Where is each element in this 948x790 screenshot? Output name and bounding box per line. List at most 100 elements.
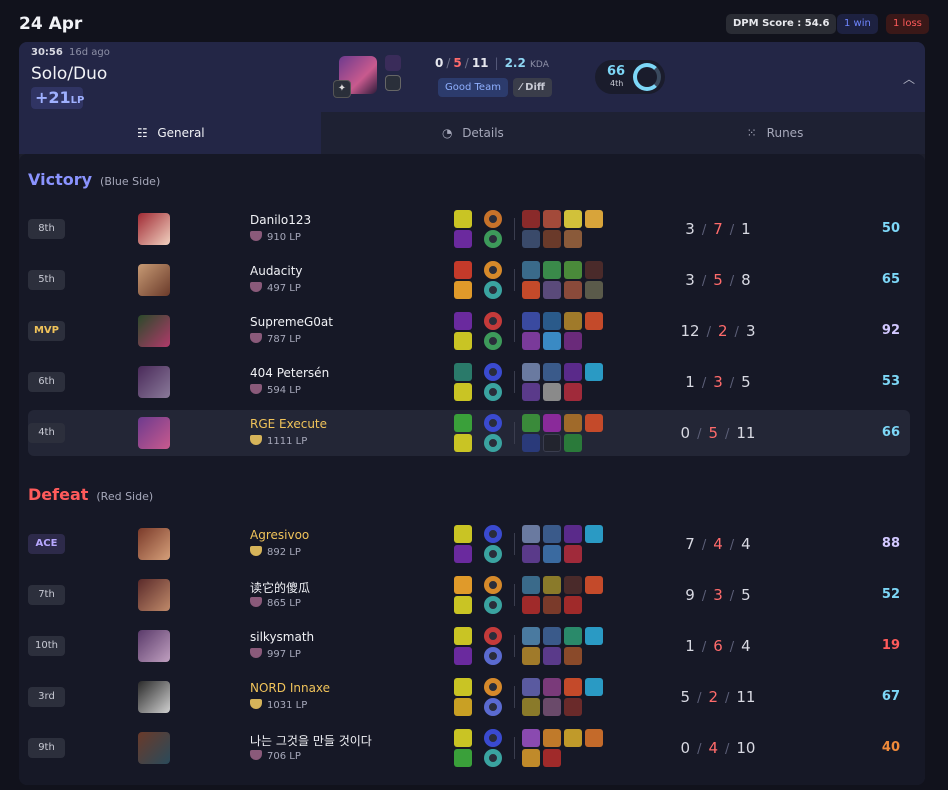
item-icon (522, 545, 540, 563)
separator: / (697, 427, 702, 442)
kills: 3 (685, 220, 695, 238)
champion-portrait[interactable] (138, 366, 170, 398)
separator: / (729, 538, 735, 553)
rune-icon (484, 627, 502, 645)
lp-value: 892 LP (267, 547, 301, 558)
player-name[interactable]: 读它的傻瓜 (250, 579, 310, 596)
player-row[interactable]: 3rd NORD Innaxe 1031 LP 5 / 2 / 11 67 (28, 674, 910, 720)
item-icon (522, 678, 540, 696)
kda-line: 0/5/11 | 2.2 KDA (435, 56, 549, 70)
item-icon (543, 332, 561, 350)
lp-value: 594 LP (267, 385, 301, 396)
champion-portrait[interactable] (138, 528, 170, 560)
champion-portrait[interactable] (138, 213, 170, 245)
deaths: 3 (713, 586, 723, 604)
player-row[interactable]: 10th silkysmath 997 LP 1 / 6 / 4 19 (28, 623, 910, 669)
player-score: 65 (881, 272, 900, 287)
divider (514, 320, 515, 342)
player-name[interactable]: Agresivoo (250, 528, 309, 542)
player-name[interactable]: 나는 그것을 만들 것이다 (250, 732, 372, 749)
champion-portrait[interactable] (138, 681, 170, 713)
lp-value: 997 LP (267, 649, 301, 660)
match-duration: 30:56 (31, 47, 63, 58)
champion-portrait[interactable] (138, 417, 170, 449)
item-icon (543, 210, 561, 228)
rank-badge: 9th (28, 738, 65, 758)
rune-icon (484, 576, 502, 594)
player-row[interactable]: 8th Danilo123 910 LP 3 / 7 / 1 50 (28, 206, 910, 252)
deaths: 4 (713, 535, 723, 553)
player-name[interactable]: RGE Execute (250, 417, 327, 431)
player-score: 88 (881, 536, 900, 551)
item-icon (543, 414, 561, 432)
player-name[interactable]: Danilo123 (250, 213, 311, 227)
champion-portrait[interactable] (138, 315, 170, 347)
kda-stats: 5 / 2 / 11 (648, 688, 788, 706)
item-icon (543, 383, 561, 401)
kills: 7 (685, 535, 695, 553)
match-card: 30:56 16d ago Solo/Duo +21LP ✦ 0/5/11 | 2.… (19, 42, 925, 785)
item-icon (564, 383, 582, 401)
champion-portrait[interactable] (138, 264, 170, 296)
separator: / (701, 274, 707, 289)
player-row[interactable]: ACE Agresivoo 892 LP 7 / 4 / 4 88 (28, 521, 910, 567)
tab-runes[interactable]: ⁙ Runes (623, 112, 925, 154)
player-name[interactable]: silkysmath (250, 630, 314, 644)
champion-portrait[interactable] (138, 732, 170, 764)
grid-dots-icon: ⁙ (746, 126, 757, 140)
player-row[interactable]: 5th Audacity 497 LP 3 / 5 / 8 65 (28, 257, 910, 303)
player-row[interactable]: 6th 404 Petersén 594 LP 1 / 3 / 5 53 (28, 359, 910, 405)
team-result: Defeat (28, 485, 89, 504)
separator: / (729, 640, 735, 655)
rune-icon (484, 414, 502, 432)
player-row[interactable]: MVP SupremeG0at 787 LP 12 / 2 / 3 92 (28, 308, 910, 354)
item-icon (543, 545, 561, 563)
chevron-up-icon[interactable]: ︿ (903, 70, 915, 87)
divider (514, 686, 515, 708)
player-lp: 1111 LP (250, 435, 307, 447)
item-icon (543, 596, 561, 614)
item-icon (522, 363, 540, 381)
player-row[interactable]: 7th 读它的傻瓜 865 LP 9 / 3 / 5 52 (28, 572, 910, 618)
player-name[interactable]: SupremeG0at (250, 315, 333, 329)
lp-value: 706 LP (267, 751, 301, 762)
separator: / (734, 325, 739, 340)
assists: 4 (741, 535, 751, 553)
item-icon (522, 332, 540, 350)
player-row[interactable]: 4th RGE Execute 1111 LP 0 / 5 / 11 66 (28, 410, 910, 456)
item-icon (564, 576, 582, 594)
item-icon (564, 230, 582, 248)
player-name[interactable]: NORD Innaxe (250, 681, 330, 695)
kda-stats: 9 / 3 / 5 (648, 586, 788, 604)
rune-icon (484, 434, 502, 452)
kda-stats: 0 / 4 / 10 (648, 739, 788, 757)
player-lp: 706 LP (250, 750, 301, 762)
kda-stats: 1 / 6 / 4 (648, 637, 788, 655)
kills: 0 (680, 739, 691, 757)
item-icon (522, 312, 540, 330)
item-icon (522, 647, 540, 665)
rank-badge: 10th (28, 636, 65, 656)
separator: / (697, 691, 702, 706)
deaths: 6 (713, 637, 723, 655)
kills: 1 (685, 373, 695, 391)
rune-icon (484, 647, 502, 665)
losses-badge: 1 loss (886, 14, 929, 34)
deaths: 4 (708, 739, 718, 757)
player-row[interactable]: 9th 나는 그것을 만들 것이다 706 LP 0 / 4 / 10 40 (28, 725, 910, 771)
match-summary[interactable]: 30:56 16d ago Solo/Duo +21LP ✦ 0/5/11 | 2.… (19, 42, 925, 112)
kills: 9 (685, 586, 695, 604)
champion-portrait[interactable] (138, 579, 170, 611)
tab-details[interactable]: ◔ Details (321, 112, 623, 154)
lp-value: 1111 LP (267, 436, 308, 447)
item-icon (522, 576, 540, 594)
separator: / (725, 427, 730, 442)
player-name[interactable]: Audacity (250, 264, 303, 278)
tab-general[interactable]: ☷ General (19, 112, 321, 154)
item-icon (564, 281, 582, 299)
player-lp: 787 LP (250, 333, 301, 345)
player-name[interactable]: 404 Petersén (250, 366, 329, 380)
item-icon (522, 434, 540, 452)
rank-emblem-icon (250, 750, 262, 760)
champion-portrait[interactable] (138, 630, 170, 662)
